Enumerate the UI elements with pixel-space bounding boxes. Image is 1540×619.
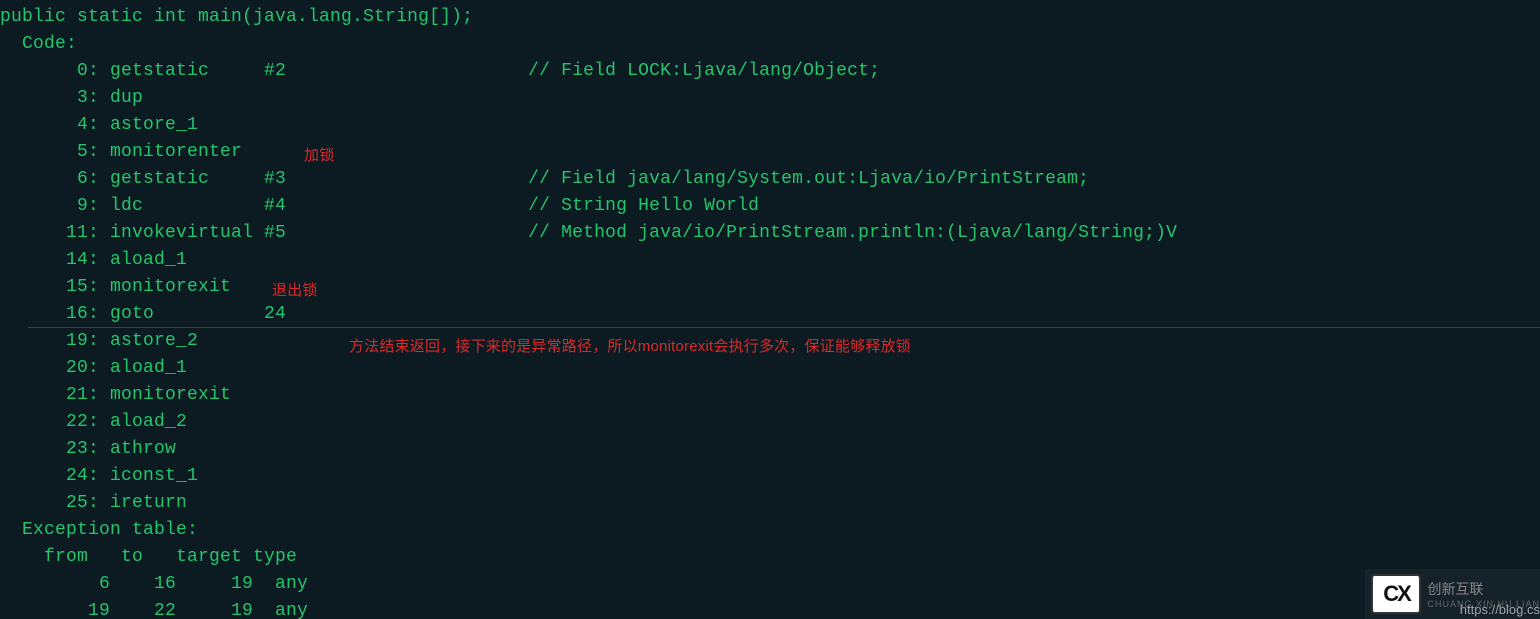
bytecode-line: 15: monitorexit 退出锁 [0, 274, 1540, 301]
bytecode-line: 19: astore_2 方法结束返回，接下来的是异常路径，所以monitore… [0, 328, 1540, 355]
bytecode-line: 0: getstatic #2 // Field LOCK:Ljava/lang… [0, 58, 1540, 85]
watermark-logo-icon: CX [1371, 574, 1421, 614]
code-label: Code: [0, 31, 1540, 58]
section-divider [28, 327, 1540, 328]
exception-table-header: from to target type [0, 544, 1540, 571]
annotation: 加锁 [304, 142, 334, 169]
bytecode-line: 23: athrow [0, 436, 1540, 463]
bytecode-line: 14: aload_1 [0, 247, 1540, 274]
bytecode-line: 21: monitorexit [0, 382, 1540, 409]
bytecode-listing: public static int main(java.lang.String[… [0, 0, 1540, 619]
bytecode-line: 22: aload_2 [0, 409, 1540, 436]
bytecode-line: 11: invokevirtual #5 // Method java/io/P… [0, 220, 1540, 247]
exception-row: 19 22 19 any [0, 598, 1540, 619]
bytecode-line: 20: aload_1 [0, 355, 1540, 382]
exception-table-label: Exception table: [0, 517, 1540, 544]
bytecode-line: 6: getstatic #3 // Field java/lang/Syste… [0, 166, 1540, 193]
bytecode-line: 24: iconst_1 [0, 463, 1540, 490]
annotation: 退出锁 [272, 277, 318, 304]
bytecode-line: 9: ldc #4 // String Hello World [0, 193, 1540, 220]
bytecode-line: 3: dup [0, 85, 1540, 112]
bytecode-line: 4: astore_1 [0, 112, 1540, 139]
bytecode-line: 5: monitorenter 加锁 [0, 139, 1540, 166]
exception-row: 6 16 19 any [0, 571, 1540, 598]
method-signature: public static int main(java.lang.String[… [0, 4, 1540, 31]
blog-url: https://blog.cs [1460, 602, 1540, 617]
watermark-cn: 创新互联 [1427, 579, 1540, 599]
bytecode-line: 16: goto 24 [0, 301, 1540, 328]
bytecode-line: 25: ireturn [0, 490, 1540, 517]
